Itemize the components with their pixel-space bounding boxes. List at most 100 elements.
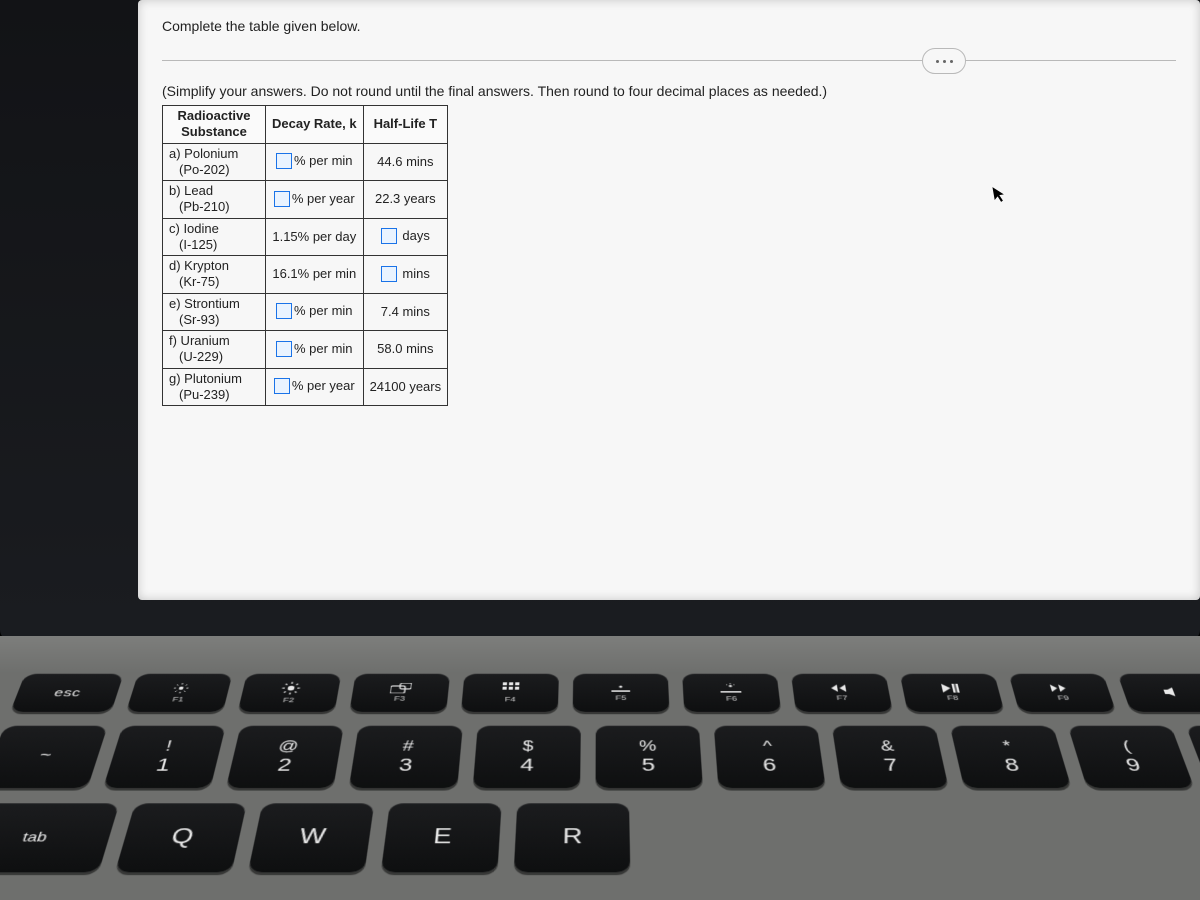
key-upper: ~ bbox=[38, 747, 55, 761]
prev-icon bbox=[830, 684, 850, 693]
key-label: Q bbox=[168, 825, 196, 850]
key-upper: $ bbox=[522, 739, 533, 753]
answer-blank[interactable] bbox=[381, 266, 397, 282]
key-W[interactable]: W bbox=[248, 803, 374, 872]
viewport: Complete the table given below. (Simplif… bbox=[138, 0, 1200, 600]
key-F3[interactable]: F3 bbox=[349, 674, 450, 712]
grid-icon bbox=[502, 682, 519, 694]
cell-decay-rate: 16.1% per min bbox=[266, 256, 364, 294]
key-3[interactable]: #3 bbox=[349, 726, 462, 788]
key-lower: 5 bbox=[641, 756, 655, 774]
cell-substance: g) Plutonium(Pu-239) bbox=[163, 368, 266, 406]
half-life-text: 7.4 mins bbox=[381, 304, 430, 319]
key-label: F2 bbox=[282, 696, 295, 703]
play-icon bbox=[941, 684, 960, 693]
decay-rate-text: % per min bbox=[294, 303, 353, 318]
header-decay-rate: Decay Rate, k bbox=[266, 106, 364, 144]
answer-blank[interactable] bbox=[274, 378, 290, 394]
answer-blank[interactable] bbox=[276, 153, 292, 169]
key-lower: 8 bbox=[1003, 756, 1021, 774]
header-substance: Radioactive Substance bbox=[163, 106, 266, 144]
key-6[interactable]: ^6 bbox=[714, 726, 826, 788]
key-lower: 9 bbox=[1123, 756, 1142, 774]
key-row-function: esc F1 F2 F3 F4 F5 F6 F7 F8 F9 bbox=[10, 674, 1200, 712]
key-upper: @ bbox=[277, 739, 300, 753]
cell-substance: b) Lead(Pb-210) bbox=[163, 181, 266, 219]
cell-substance: c) Iodine(I-125) bbox=[163, 218, 266, 256]
answer-blank[interactable] bbox=[276, 303, 292, 319]
key-5[interactable]: %5 bbox=[595, 726, 703, 788]
key-lower: 4 bbox=[520, 756, 534, 774]
key-4[interactable]: $4 bbox=[472, 726, 580, 788]
cell-substance: f) Uranium(U-229) bbox=[163, 331, 266, 369]
key-Q[interactable]: Q bbox=[115, 803, 247, 872]
cell-substance: d) Krypton(Kr-75) bbox=[163, 256, 266, 294]
key-F9[interactable]: F9 bbox=[1009, 674, 1117, 712]
key-esc[interactable]: esc bbox=[10, 674, 124, 712]
brightness-low-icon bbox=[171, 682, 191, 694]
decay-rate-text: % per min bbox=[294, 153, 353, 168]
cell-half-life: 24100 years bbox=[363, 368, 448, 406]
decay-rate-text: % per year bbox=[292, 191, 355, 206]
key-lower: 2 bbox=[276, 756, 293, 774]
key-label: F9 bbox=[1057, 694, 1070, 701]
key-upper: & bbox=[879, 739, 895, 753]
table-row: g) Plutonium(Pu-239)% per year24100 year… bbox=[163, 368, 448, 406]
key-F2[interactable]: F2 bbox=[238, 674, 342, 712]
decay-table: Radioactive Substance Decay Rate, k Half… bbox=[162, 105, 448, 406]
cell-decay-rate: % per min bbox=[266, 331, 364, 369]
key-F5[interactable]: F5 bbox=[573, 674, 670, 712]
key-1[interactable]: !1 bbox=[103, 726, 226, 788]
key-8[interactable]: *8 bbox=[950, 726, 1072, 788]
key-7[interactable]: &7 bbox=[832, 726, 949, 788]
key-row-alpha: tab Q WER bbox=[0, 803, 1200, 872]
key-lower: 6 bbox=[762, 756, 777, 774]
key-~[interactable]: ~ bbox=[0, 726, 108, 788]
divider-wrap bbox=[162, 60, 1176, 61]
answer-blank[interactable] bbox=[381, 228, 397, 244]
key-media[interactable] bbox=[1117, 674, 1200, 712]
table-row: e) Strontium(Sr-93)% per min7.4 mins bbox=[163, 293, 448, 331]
cell-decay-rate: % per year bbox=[266, 181, 364, 219]
key-upper: % bbox=[639, 739, 657, 753]
key-row-number: ~!1@2#3$4%5^6&7*8(9)0 bbox=[0, 726, 1200, 788]
key-E[interactable]: E bbox=[381, 803, 502, 872]
answer-blank[interactable] bbox=[276, 341, 292, 357]
key-label: F8 bbox=[946, 694, 959, 701]
cell-half-life: mins bbox=[363, 256, 448, 294]
key-F7[interactable]: F7 bbox=[791, 674, 893, 712]
laptop-screen-bezel: Complete the table given below. (Simplif… bbox=[0, 0, 1200, 640]
table-row: d) Krypton(Kr-75) 16.1% per min mins bbox=[163, 256, 448, 294]
cell-half-life: 22.3 years bbox=[363, 181, 448, 219]
key-label: tab bbox=[20, 830, 49, 845]
key-F6[interactable]: F6 bbox=[682, 674, 781, 712]
table-row: c) Iodine(I-125)1.15% per day days bbox=[163, 218, 448, 256]
half-life-text: 58.0 mins bbox=[377, 341, 433, 356]
table-row: a) Polonium(Po-202)% per min44.6 mins bbox=[163, 143, 448, 181]
next-icon bbox=[1050, 684, 1071, 693]
kbd-dim-icon bbox=[611, 684, 630, 693]
brightness-high-icon bbox=[280, 682, 301, 695]
key-F1[interactable]: F1 bbox=[126, 674, 233, 712]
cell-decay-rate: 1.15% per day bbox=[266, 218, 364, 256]
more-pill[interactable] bbox=[922, 48, 966, 74]
half-life-text: mins bbox=[402, 266, 429, 281]
divider bbox=[162, 60, 1176, 61]
key-F8[interactable]: F8 bbox=[900, 674, 1005, 712]
key-upper: * bbox=[1001, 739, 1012, 753]
key-2[interactable]: @2 bbox=[226, 726, 344, 788]
key-label: F1 bbox=[171, 696, 184, 703]
key-label: F7 bbox=[836, 694, 848, 701]
key-R[interactable]: R bbox=[514, 803, 631, 872]
answer-blank[interactable] bbox=[274, 191, 290, 207]
cell-decay-rate: % per year bbox=[266, 368, 364, 406]
key-F4[interactable]: F4 bbox=[461, 674, 559, 712]
half-life-text: 22.3 years bbox=[375, 191, 436, 206]
keyboard: escF1F2F3F4F5F6F7F8F9 ~!1@2#3$4%5^6&7*8(… bbox=[0, 636, 1200, 841]
key-9[interactable]: (9 bbox=[1068, 726, 1195, 788]
half-life-text: days bbox=[402, 228, 429, 243]
decay-rate-text: 16.1% per min bbox=[272, 266, 356, 281]
key-tab[interactable]: tab bbox=[0, 803, 119, 872]
key-lower: 1 bbox=[154, 756, 172, 774]
key-lower: 7 bbox=[882, 756, 899, 774]
